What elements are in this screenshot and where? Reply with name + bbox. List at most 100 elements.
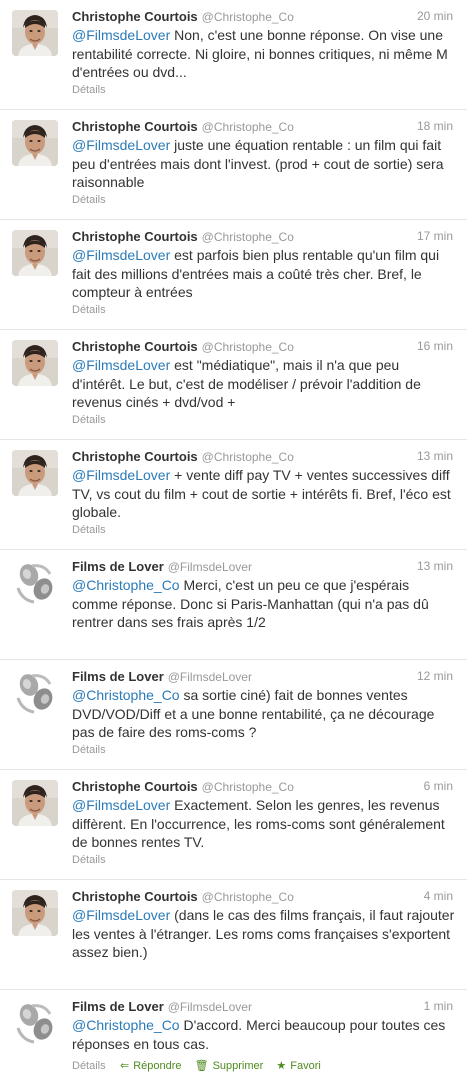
star-icon: ★ xyxy=(276,1060,287,1072)
reply-label: Répondre xyxy=(133,1060,182,1072)
tweet-text: @FilmsdeLover (dans le cas des films fra… xyxy=(72,906,455,962)
author-handle[interactable]: @Christophe_Co xyxy=(202,10,294,24)
author-name[interactable]: Films de Lover xyxy=(72,669,164,684)
author-name[interactable]: Christophe Courtois xyxy=(72,119,198,134)
tweet-text: @Christophe_Co sa sortie ciné) fait de b… xyxy=(72,686,455,742)
details-link[interactable]: Détails xyxy=(72,194,106,206)
tweet-text: @FilmsdeLover Non, c'est une bonne répon… xyxy=(72,26,455,82)
details-link[interactable]: Détails xyxy=(72,84,106,96)
details-link[interactable]: Détails xyxy=(72,414,106,426)
tweet-header: Christophe Courtois @Christophe_Co 17 min xyxy=(72,228,453,245)
reply-button[interactable]: ⇐ Répondre xyxy=(120,1060,182,1072)
details-link[interactable]: Détails xyxy=(72,854,106,866)
tweet-time[interactable]: 1 min xyxy=(424,999,453,1013)
tweet-time[interactable]: 4 min xyxy=(424,889,453,903)
author-handle[interactable]: @Christophe_Co xyxy=(202,780,294,794)
mention-link[interactable]: @FilmsdeLover xyxy=(72,467,170,483)
avatar[interactable] xyxy=(12,560,58,606)
tweet[interactable]: Christophe Courtois @Christophe_Co 4 min … xyxy=(0,880,467,990)
christophe-avatar-icon xyxy=(12,230,58,276)
avatar[interactable] xyxy=(12,120,58,166)
tweet[interactable]: Christophe Courtois @Christophe_Co 13 min… xyxy=(0,440,467,550)
details-link[interactable]: Détails xyxy=(72,744,106,756)
author-handle[interactable]: @FilmsdeLover xyxy=(168,1000,252,1014)
christophe-avatar-icon xyxy=(12,450,58,496)
filmsdelover-avatar-icon xyxy=(12,560,58,606)
avatar[interactable] xyxy=(12,340,58,386)
favorite-button[interactable]: ★ Favori xyxy=(276,1060,320,1072)
details-link[interactable]: Détails xyxy=(72,1060,106,1072)
tweet-header: Christophe Courtois @Christophe_Co 6 min xyxy=(72,778,453,795)
author-handle[interactable]: @Christophe_Co xyxy=(202,230,294,244)
delete-label: Supprimer xyxy=(212,1060,264,1072)
author-name[interactable]: Christophe Courtois xyxy=(72,339,198,354)
favorite-label: Favori xyxy=(290,1060,321,1072)
mention-link[interactable]: @FilmsdeLover xyxy=(72,797,170,813)
author-handle[interactable]: @Christophe_Co xyxy=(202,450,294,464)
mention-link[interactable]: @Christophe_Co xyxy=(72,577,180,593)
author-name[interactable]: Christophe Courtois xyxy=(72,779,198,794)
tweet-actions: ⇐ Répondre 🗑 Supprimer ★ Favori xyxy=(120,1059,331,1072)
author-handle[interactable]: @FilmsdeLover xyxy=(168,670,252,684)
mention-link[interactable]: @Christophe_Co xyxy=(72,687,180,703)
tweet[interactable]: Christophe Courtois @Christophe_Co 18 min… xyxy=(0,110,467,220)
tweet-text: @FilmsdeLover est "médiatique", mais il … xyxy=(72,356,455,412)
avatar[interactable] xyxy=(12,450,58,496)
tweet-feed: Christophe Courtois @Christophe_Co 20 min… xyxy=(0,0,467,1080)
author-name[interactable]: Films de Lover xyxy=(72,559,164,574)
mention-link[interactable]: @Christophe_Co xyxy=(72,1017,180,1033)
christophe-avatar-icon xyxy=(12,890,58,936)
tweet[interactable]: Christophe Courtois @Christophe_Co 6 min … xyxy=(0,770,467,880)
christophe-avatar-icon xyxy=(12,340,58,386)
tweet-text: @FilmsdeLover + vente diff pay TV + vent… xyxy=(72,466,455,522)
tweet-header: Films de Lover @FilmsdeLover 12 min xyxy=(72,668,453,685)
christophe-avatar-icon xyxy=(12,780,58,826)
tweet[interactable]: Christophe Courtois @Christophe_Co 17 min… xyxy=(0,220,467,330)
tweet-header: Films de Lover @FilmsdeLover 1 min xyxy=(72,998,453,1015)
tweet-header: Christophe Courtois @Christophe_Co 18 min xyxy=(72,118,453,135)
tweet-time[interactable]: 13 min xyxy=(417,559,453,573)
tweet-header: Christophe Courtois @Christophe_Co 4 min xyxy=(72,888,453,905)
author-name[interactable]: Christophe Courtois xyxy=(72,889,198,904)
details-link[interactable]: Détails xyxy=(72,304,106,316)
details-link[interactable]: Détails xyxy=(72,524,106,536)
tweet-time[interactable]: 20 min xyxy=(417,9,453,23)
delete-button[interactable]: 🗑 Supprimer xyxy=(195,1060,264,1072)
tweet-time[interactable]: 13 min xyxy=(417,449,453,463)
tweet-time[interactable]: 12 min xyxy=(417,669,453,683)
avatar[interactable] xyxy=(12,230,58,276)
author-name[interactable]: Films de Lover xyxy=(72,999,164,1014)
tweet-time[interactable]: 17 min xyxy=(417,229,453,243)
tweet-time[interactable]: 18 min xyxy=(417,119,453,133)
tweet-time[interactable]: 6 min xyxy=(424,779,453,793)
mention-link[interactable]: @FilmsdeLover xyxy=(72,247,170,263)
tweet-header: Christophe Courtois @Christophe_Co 16 min xyxy=(72,338,453,355)
tweet-text: @Christophe_Co Merci, c'est un peu ce qu… xyxy=(72,576,455,632)
author-name[interactable]: Christophe Courtois xyxy=(72,229,198,244)
tweet-text: @FilmsdeLover juste une équation rentabl… xyxy=(72,136,455,192)
tweet[interactable]: Films de Lover @FilmsdeLover 12 min @Chri… xyxy=(0,660,467,770)
tweet-header: Films de Lover @FilmsdeLover 13 min xyxy=(72,558,453,575)
tweet[interactable]: Films de Lover @FilmsdeLover 1 min @Chris… xyxy=(0,990,467,1080)
mention-link[interactable]: @FilmsdeLover xyxy=(72,357,170,373)
tweet-text: @FilmsdeLover Exactement. Selon les genr… xyxy=(72,796,455,852)
author-name[interactable]: Christophe Courtois xyxy=(72,449,198,464)
avatar[interactable] xyxy=(12,10,58,56)
filmsdelover-avatar-icon xyxy=(12,1000,58,1046)
mention-link[interactable]: @FilmsdeLover xyxy=(72,907,170,923)
author-handle[interactable]: @FilmsdeLover xyxy=(168,560,252,574)
avatar[interactable] xyxy=(12,890,58,936)
tweet[interactable]: Christophe Courtois @Christophe_Co 16 min… xyxy=(0,330,467,440)
avatar[interactable] xyxy=(12,1000,58,1046)
mention-link[interactable]: @FilmsdeLover xyxy=(72,137,170,153)
author-name[interactable]: Christophe Courtois xyxy=(72,9,198,24)
tweet[interactable]: Films de Lover @FilmsdeLover 13 min @Chri… xyxy=(0,550,467,660)
tweet[interactable]: Christophe Courtois @Christophe_Co 20 min… xyxy=(0,0,467,110)
avatar[interactable] xyxy=(12,780,58,826)
mention-link[interactable]: @FilmsdeLover xyxy=(72,27,170,43)
tweet-time[interactable]: 16 min xyxy=(417,339,453,353)
author-handle[interactable]: @Christophe_Co xyxy=(202,340,294,354)
author-handle[interactable]: @Christophe_Co xyxy=(202,120,294,134)
avatar[interactable] xyxy=(12,670,58,716)
author-handle[interactable]: @Christophe_Co xyxy=(202,890,294,904)
